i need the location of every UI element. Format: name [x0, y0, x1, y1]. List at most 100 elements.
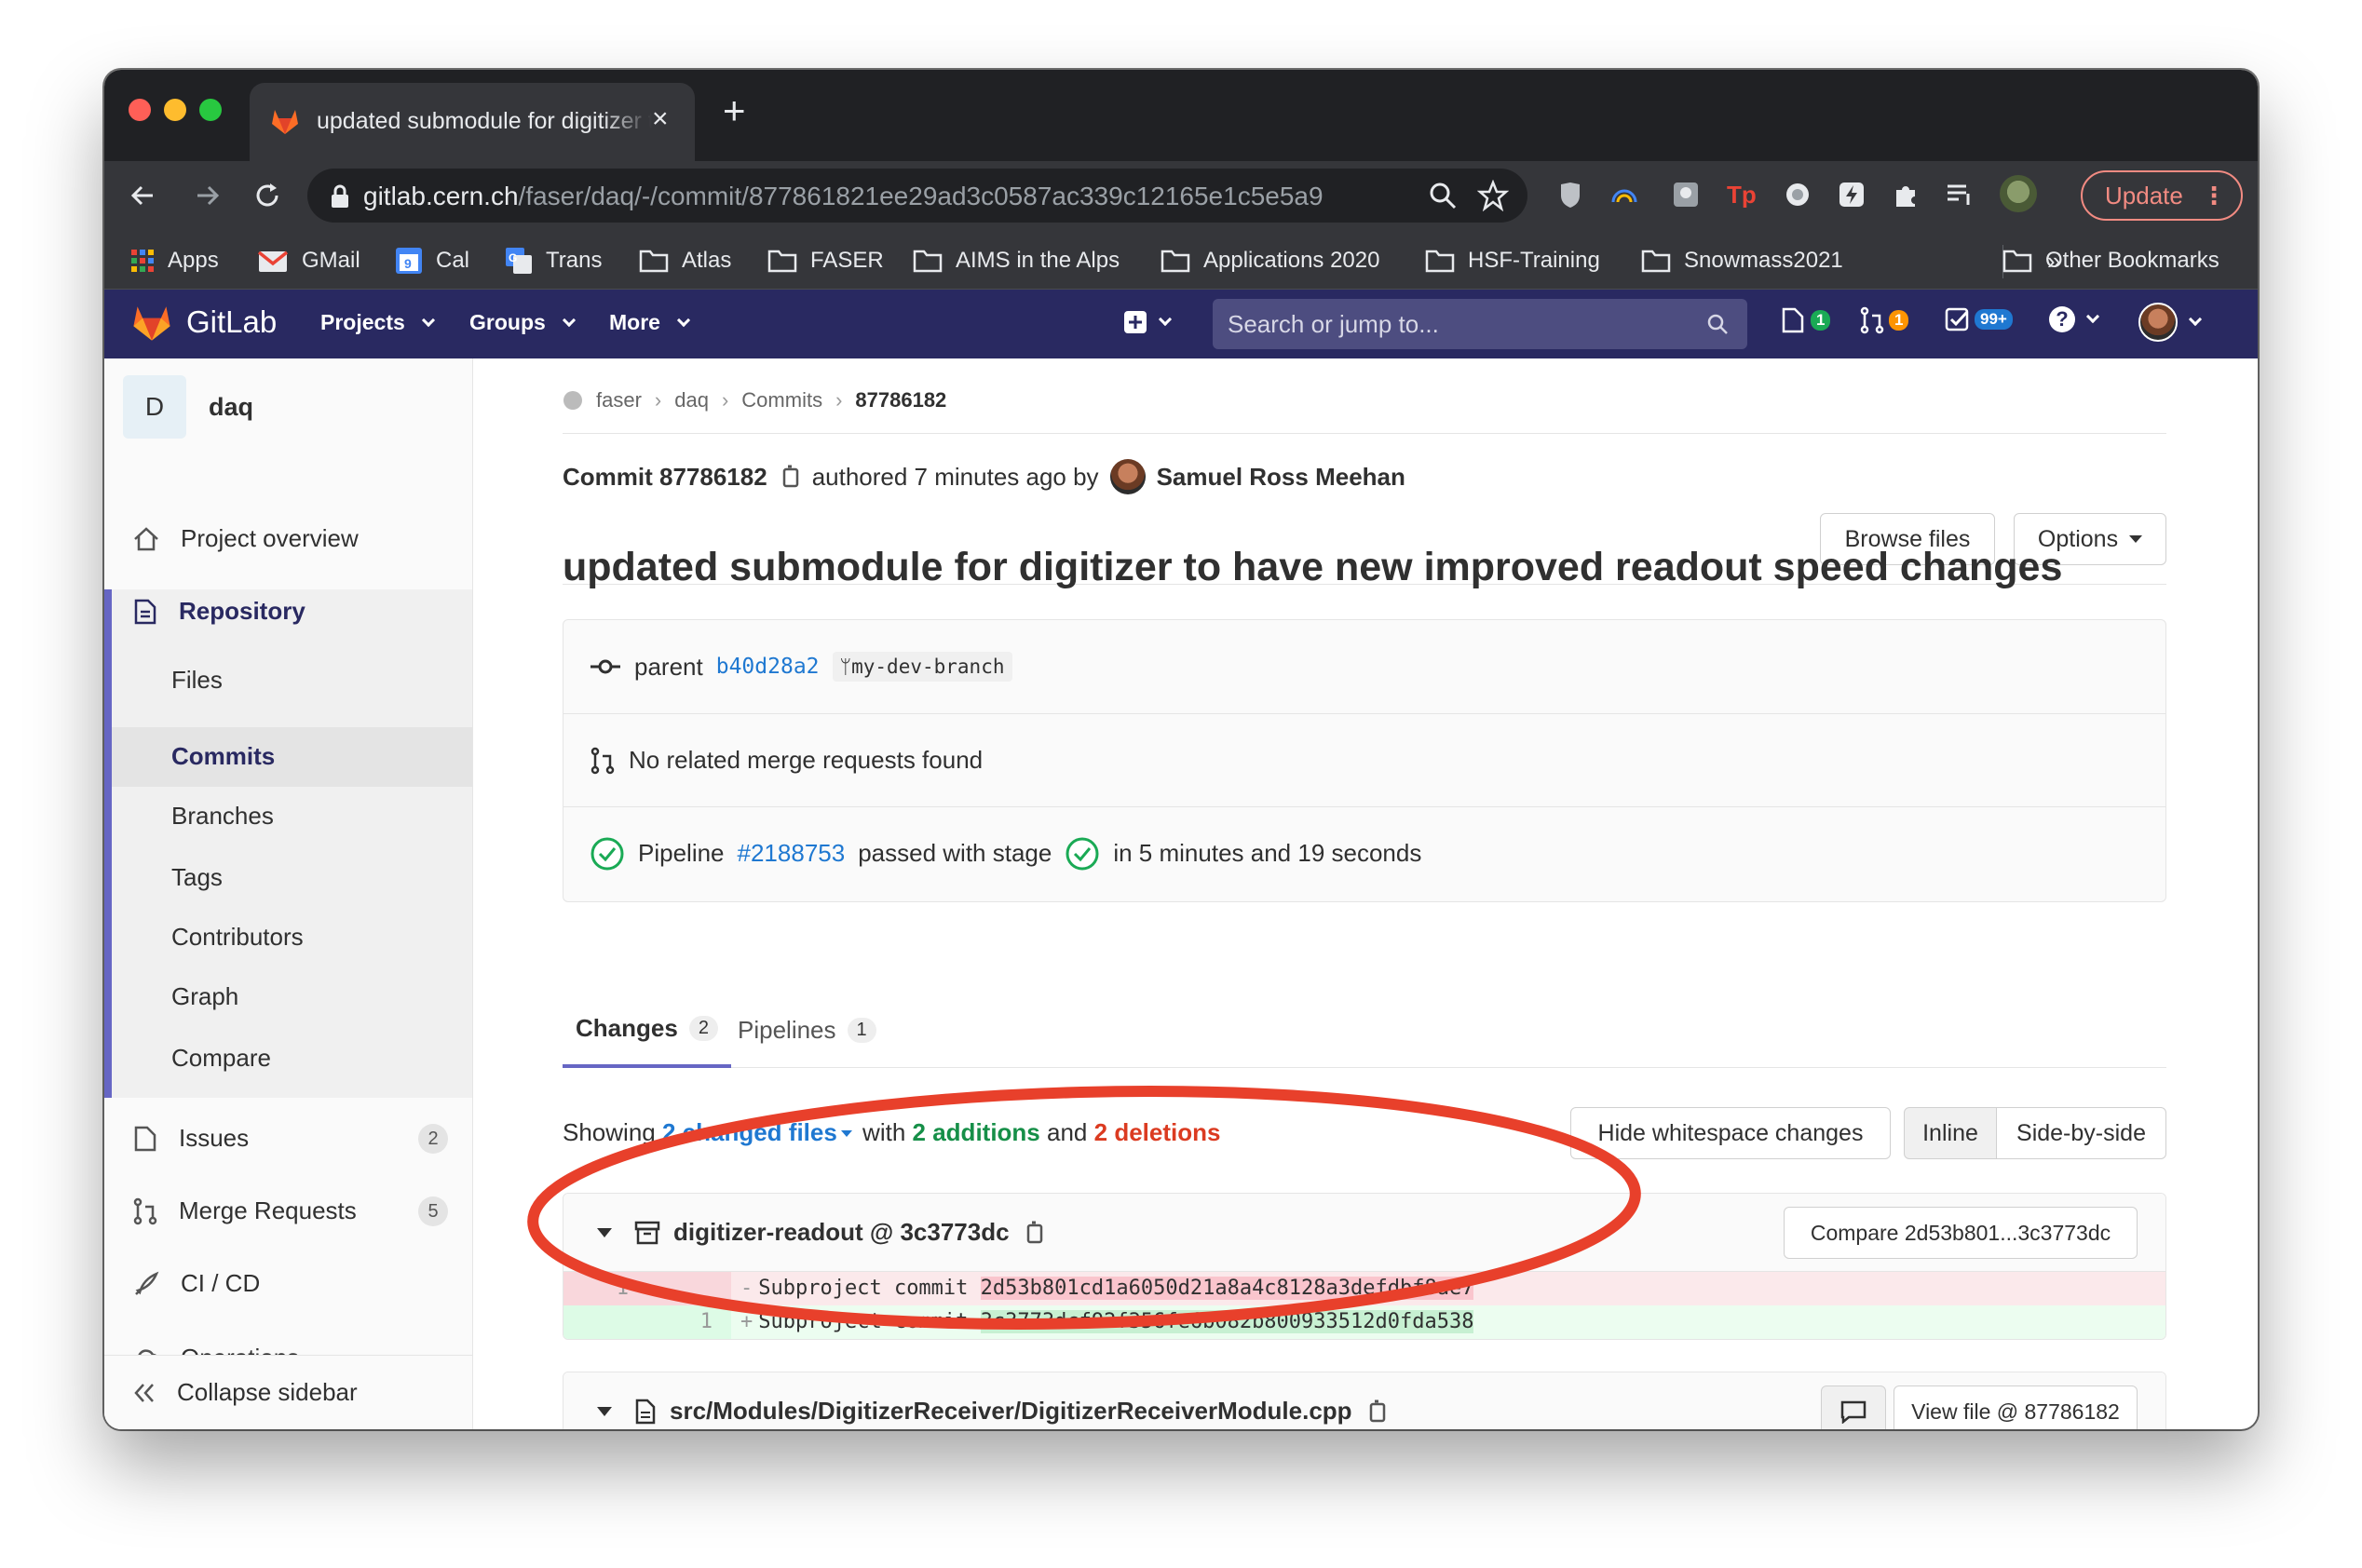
branch-tag[interactable]: ᛘmy-dev-branch — [832, 652, 1012, 682]
new-item-dropdown[interactable] — [1123, 310, 1173, 334]
project-context[interactable]: D daq — [123, 375, 253, 439]
bookmark-gmail[interactable]: GMail — [257, 245, 360, 277]
sidebar-item-cicd[interactable]: CI / CD — [104, 1269, 472, 1298]
project-sidebar: D daq Project overview Repository Files … — [104, 358, 473, 1429]
nav-more[interactable]: More — [609, 310, 691, 335]
maximize-window-button[interactable] — [199, 99, 222, 121]
sidebar-item-project-overview[interactable]: Project overview — [104, 524, 472, 553]
extension-tp-icon[interactable]: Tp — [1725, 178, 1758, 211]
bookmark-folder-faser[interactable]: FASER — [767, 245, 884, 277]
collapse-triangle-icon[interactable] — [597, 1227, 612, 1237]
collapse-sidebar-button[interactable]: Collapse sidebar — [104, 1355, 472, 1429]
breadcrumb-commits[interactable]: Commits — [741, 388, 822, 412]
merge-requests-row: No related merge requests found — [563, 713, 2165, 806]
collapse-triangle-icon[interactable] — [597, 1406, 612, 1416]
more-menu-icon[interactable]: ⋮ — [2202, 172, 2226, 219]
other-bookmarks-folder[interactable]: Other Bookmarks — [2002, 245, 2219, 277]
sidebar-item-branches[interactable]: Branches — [171, 802, 274, 831]
sidebar-item-merge-requests[interactable]: Merge Requests 5 — [104, 1196, 472, 1226]
close-tab-icon[interactable]: × — [652, 103, 669, 135]
help-dropdown[interactable]: ? — [2049, 306, 2100, 332]
chrome-update-button[interactable]: Update ⋮ — [2081, 170, 2243, 221]
sidebar-item-contributors[interactable]: Contributors — [171, 923, 304, 952]
parent-sha-link[interactable]: b40d28a2 — [716, 655, 820, 679]
media-queue-icon[interactable] — [1943, 178, 1976, 211]
bookmark-folder-applications[interactable]: Applications 2020 — [1161, 245, 1379, 277]
extension-puzzle-photo-icon[interactable] — [1669, 178, 1703, 211]
compare-button[interactable]: Compare 2d53b801...3c3773dc — [1784, 1207, 2138, 1259]
nav-projects[interactable]: Projects — [320, 310, 435, 335]
bookmark-trans[interactable]: G Trans — [505, 245, 602, 277]
stage-success-icon[interactable] — [1065, 836, 1100, 872]
merge-requests-button[interactable]: 1 — [1859, 306, 1909, 334]
pipeline-link[interactable]: #2188753 — [738, 839, 846, 868]
copy-icon[interactable] — [1365, 1399, 1388, 1425]
reload-icon[interactable] — [244, 172, 291, 219]
browser-tab-active[interactable]: updated submodule for digitizer to have … — [250, 83, 695, 161]
caret-down-icon — [840, 1130, 852, 1137]
new-tab-button[interactable]: + — [723, 88, 746, 133]
apps-grid-icon — [131, 250, 154, 272]
search-input[interactable]: Search or jump to... — [1213, 299, 1747, 349]
sidebar-item-graph[interactable]: Graph — [171, 982, 238, 1011]
profile-avatar[interactable] — [1999, 174, 2038, 213]
comment-icon — [1840, 1400, 1867, 1424]
diff-file-name[interactable]: src/Modules/DigitizerReceiver/DigitizerR… — [670, 1397, 1352, 1426]
diff-file-name[interactable]: digitizer-readout @ 3c3773dc — [673, 1218, 1010, 1247]
minimize-window-button[interactable] — [164, 99, 186, 121]
sidebar-item-tags[interactable]: Tags — [171, 863, 223, 892]
close-window-button[interactable] — [129, 99, 151, 121]
extension-bolt-icon[interactable] — [1835, 178, 1868, 211]
hide-whitespace-button[interactable]: Hide whitespace changes — [1570, 1107, 1891, 1159]
sidebar-item-compare[interactable]: Compare — [171, 1044, 271, 1073]
gitlab-home-link[interactable]: GitLab — [130, 303, 277, 342]
extension-rainbow-icon[interactable] — [1608, 178, 1641, 211]
user-menu[interactable] — [2138, 303, 2203, 342]
additions-count: 2 additions — [912, 1118, 1040, 1146]
bookmark-folder-snowmass[interactable]: Snowmass2021 — [1641, 245, 1843, 277]
status-success-icon[interactable] — [590, 836, 625, 872]
address-bar[interactable]: gitlab.cern.ch/faser/daq/-/commit/877861… — [307, 169, 1527, 223]
sidebar-item-commits[interactable]: Commits — [171, 742, 275, 771]
forward-arrow-icon[interactable] — [184, 172, 231, 219]
view-file-button[interactable]: View file @ 87786182 — [1894, 1386, 2138, 1429]
bookmark-folder-hsf[interactable]: HSF-Training — [1425, 245, 1600, 277]
rocket-icon — [135, 1271, 159, 1295]
svg-text:Tp: Tp — [1727, 182, 1757, 208]
inline-view-button[interactable]: Inline — [1904, 1107, 1997, 1159]
bookmark-cal[interactable]: 9 Cal — [395, 245, 469, 277]
sidebar-item-files[interactable]: Files — [171, 666, 223, 695]
sidebar-item-issues[interactable]: Issues 2 — [104, 1123, 472, 1154]
back-arrow-icon[interactable] — [119, 172, 166, 219]
breadcrumb-faser[interactable]: faser — [596, 388, 642, 412]
extension-shield-icon[interactable] — [1554, 178, 1587, 211]
issues-todo-button[interactable]: 99+ — [1945, 306, 2013, 332]
tab-changes[interactable]: Changes 2 — [563, 992, 731, 1068]
changed-files-dropdown[interactable]: 2 changed files — [662, 1118, 856, 1146]
diff-file-cpp: src/Modules/DigitizerReceiver/DigitizerR… — [563, 1372, 2166, 1429]
breadcrumb-daq[interactable]: daq — [674, 388, 709, 412]
nav-groups[interactable]: Groups — [469, 310, 576, 335]
comment-button[interactable] — [1821, 1386, 1886, 1429]
bookmark-apps[interactable]: Apps — [130, 245, 219, 277]
author-name[interactable]: Samuel Ross Meehan — [1157, 463, 1405, 492]
breadcrumb: faser › daq › Commits › 87786182 — [563, 388, 946, 412]
bookmark-folder-aims[interactable]: AIMS in the Alps — [913, 245, 1120, 277]
double-chevron-left-icon — [134, 1383, 154, 1402]
side-by-side-button[interactable]: Side-by-side — [1996, 1107, 2166, 1159]
chevron-down-icon — [676, 313, 691, 327]
diff-summary: Showing 2 changed files with 2 additions… — [563, 1118, 1221, 1146]
extensions-puzzle-icon[interactable] — [1889, 178, 1922, 211]
tab-pipelines[interactable]: Pipelines 1 — [738, 992, 876, 1068]
home-icon — [134, 526, 158, 550]
copy-icon[interactable] — [779, 464, 801, 490]
sidebar-item-repository[interactable]: Repository — [104, 597, 472, 626]
current-item-highlight — [112, 727, 472, 787]
extension-circle-icon[interactable] — [1781, 178, 1814, 211]
bookmark-folder-atlas[interactable]: Atlas — [639, 245, 731, 277]
copy-icon[interactable] — [1023, 1220, 1045, 1246]
bookmark-star-icon[interactable] — [1477, 180, 1509, 211]
author-avatar[interactable] — [1109, 459, 1146, 494]
search-icon[interactable] — [1427, 180, 1459, 211]
todo-button[interactable]: 1 — [1781, 306, 1831, 334]
